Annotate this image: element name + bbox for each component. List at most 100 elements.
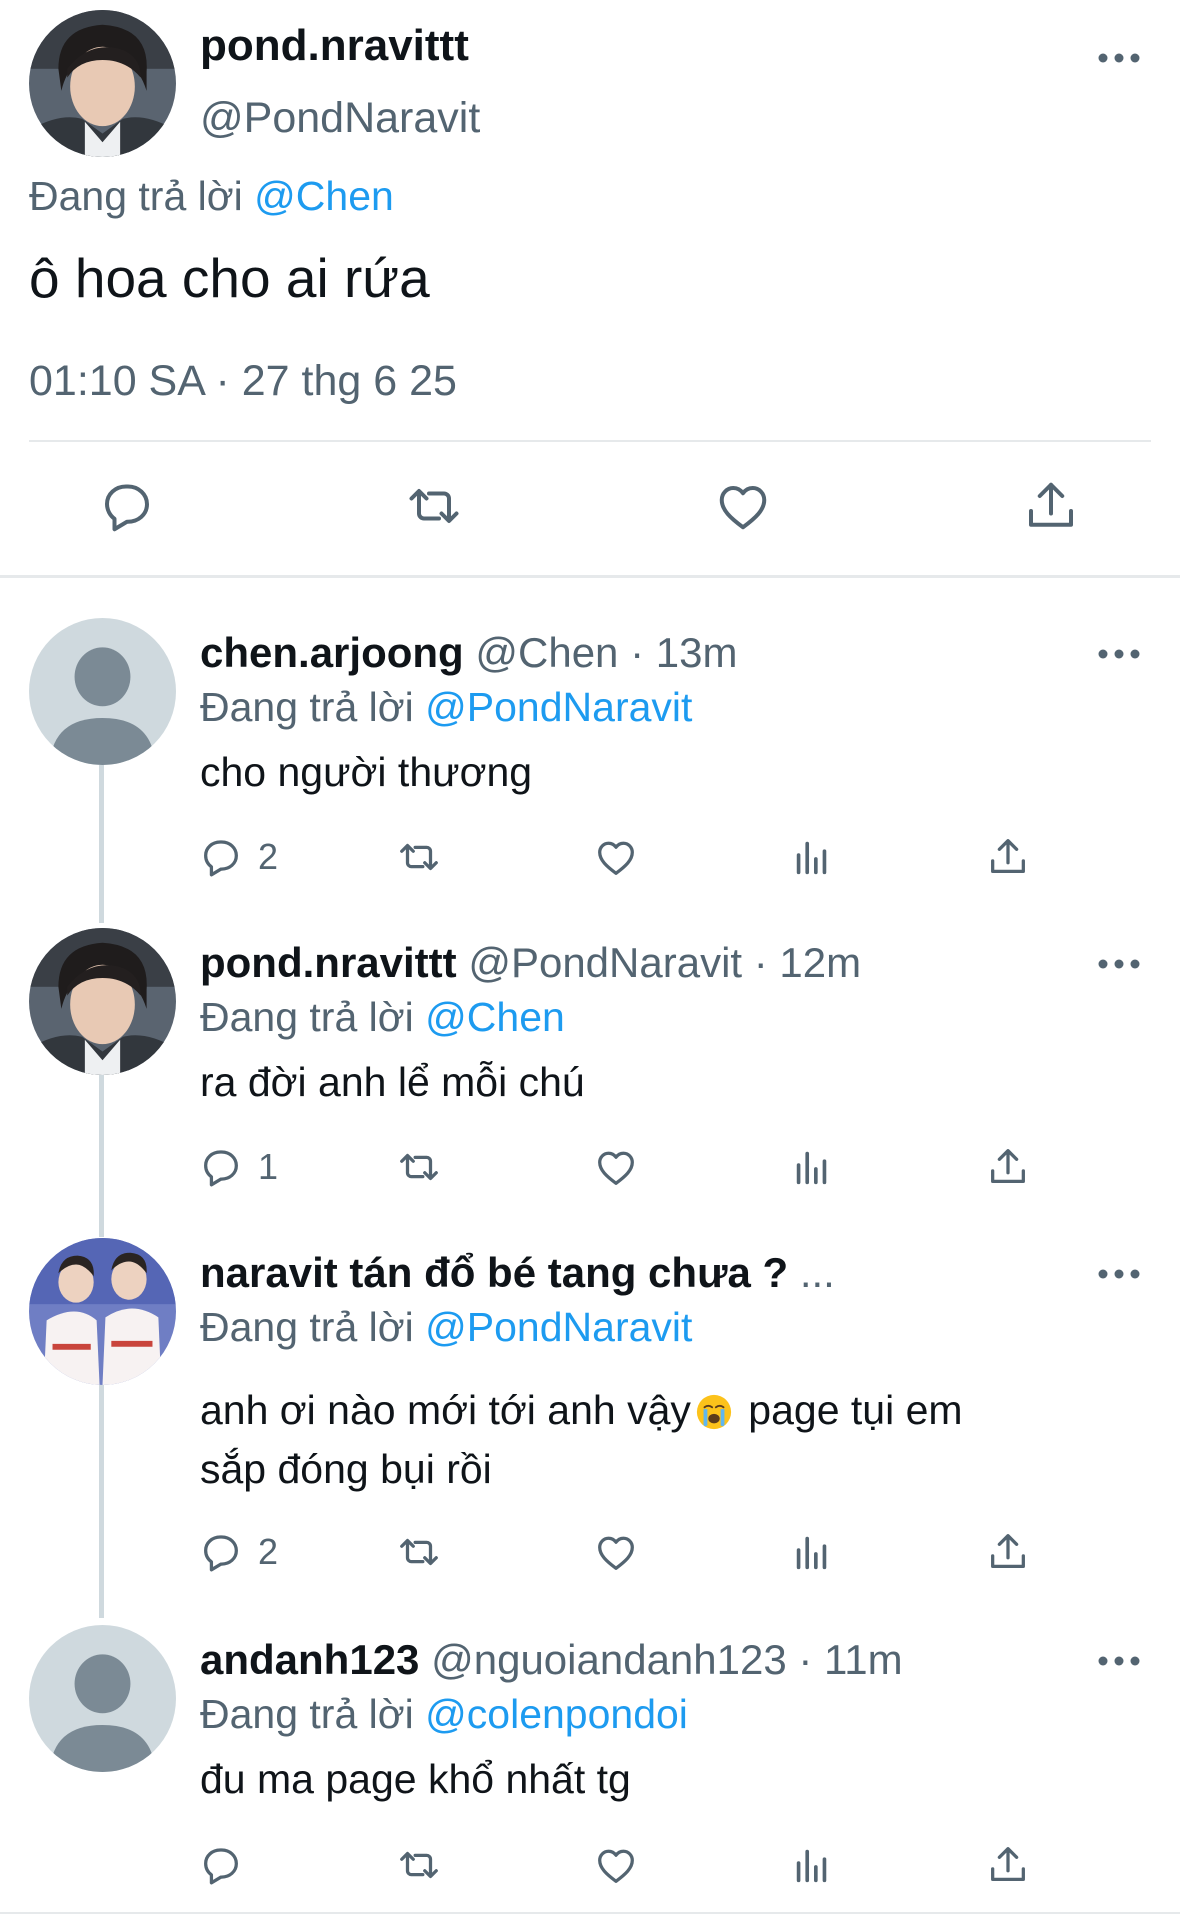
like-icon [719, 486, 767, 530]
reply-tweet[interactable]: pond.nravittt @PondNaravit · 12m Đang tr… [0, 928, 1180, 1190]
mention-link[interactable]: @PondNaravit [425, 684, 692, 730]
more-options-icon[interactable] [1097, 1651, 1141, 1671]
handle-time[interactable]: @Chen · 13m [475, 629, 737, 676]
reply-tweet[interactable]: naravit tán đổ bé tang chưa ? ... Đang t… [0, 1238, 1180, 1578]
reply-text: ra đời anh lể mỗi chú [200, 1059, 585, 1105]
action-bar [0, 1839, 1180, 1891]
mention-link[interactable]: @Chen [254, 173, 394, 219]
more-options-icon[interactable] [1097, 644, 1141, 664]
reply-icon [204, 840, 238, 877]
retweet-icon [400, 843, 438, 871]
reply-count: 2 [258, 836, 279, 877]
reply-button[interactable]: 2 [198, 831, 278, 883]
share-icon [1029, 482, 1073, 527]
reply-button[interactable] [97, 476, 157, 536]
reply-button[interactable]: 2 [198, 1526, 278, 1578]
replying-prefix: Đang trả lời [200, 1691, 414, 1737]
views-button[interactable] [789, 1141, 835, 1193]
views-button[interactable] [789, 1526, 835, 1578]
like-icon [598, 841, 634, 875]
reply-text-line: anh ơi nào mới tới anh vậy page tụi em [200, 1380, 963, 1440]
group-photo [29, 1238, 176, 1385]
reply-icon [204, 1848, 238, 1885]
reply-tweet[interactable]: andanh123 @nguoiandanh123 · 11m Đang trả… [0, 1625, 1180, 1895]
reply-button[interactable] [198, 1839, 258, 1891]
tweet-timestamp[interactable]: 01:10 SA · 27 thg 6 25 [29, 355, 457, 407]
divider [29, 440, 1151, 442]
views-button[interactable] [789, 831, 835, 883]
main-tweet: pond.nravittt @PondNaravit Đang trả lời … [0, 0, 1180, 575]
share-button[interactable] [985, 1526, 1031, 1578]
replying-to: Đang trả lời @Chen [29, 170, 394, 222]
more-options-icon[interactable] [1097, 954, 1141, 974]
reply-tweet[interactable]: chen.arjoong @Chen · 13m Đang trả lời @P… [0, 618, 1180, 880]
avatar[interactable] [29, 1238, 176, 1385]
share-button[interactable] [985, 1839, 1031, 1891]
retweet-icon [400, 1851, 438, 1879]
bottom-divider [0, 1912, 1180, 1914]
avatar[interactable] [29, 618, 176, 765]
share-icon [991, 1847, 1025, 1882]
replying-to: Đang trả lời @colenpondoi [200, 1687, 688, 1741]
default-avatar-icon [29, 618, 176, 765]
reply-count: 2 [258, 1531, 279, 1572]
display-name[interactable]: andanh123 [200, 1636, 419, 1683]
reply-text-part: page tụi em [736, 1387, 963, 1433]
retweet-button[interactable] [396, 1526, 442, 1578]
like-button[interactable] [593, 1526, 639, 1578]
more-options-icon[interactable] [1097, 1264, 1141, 1284]
user-handle[interactable]: @PondNaravit [200, 92, 480, 144]
display-name[interactable]: naravit tán đổ bé tang chưa ? [200, 1249, 788, 1296]
views-button[interactable] [789, 1839, 835, 1891]
like-button[interactable] [713, 476, 773, 536]
replying-to: Đang trả lời @Chen [200, 990, 565, 1044]
profile-photo [29, 10, 176, 157]
like-icon [598, 1849, 634, 1883]
display-name[interactable]: pond.nravittt [200, 20, 469, 72]
handle-time[interactable]: @PondNaravit · 12m [468, 939, 861, 986]
handle-time[interactable]: ... [800, 1249, 835, 1296]
retweet-button[interactable] [404, 476, 464, 536]
more-options-icon[interactable] [1097, 48, 1141, 68]
reply-header: chen.arjoong @Chen · 13m [200, 626, 737, 680]
retweet-button[interactable] [396, 1839, 442, 1891]
replying-prefix: Đang trả lời [200, 994, 414, 1040]
retweet-button[interactable] [396, 1141, 442, 1193]
mention-link[interactable]: @Chen [425, 994, 565, 1040]
like-icon [598, 1536, 634, 1570]
reply-icon [204, 1535, 238, 1572]
reply-count: 1 [258, 1146, 279, 1187]
tweet-text: ô hoa cho ai rứa [29, 247, 430, 309]
section-divider [0, 575, 1180, 578]
retweet-icon [400, 1153, 438, 1181]
loudly-crying-face-icon [695, 1393, 733, 1431]
share-button[interactable] [985, 1141, 1031, 1193]
display-name[interactable]: pond.nravittt [200, 939, 457, 986]
like-button[interactable] [593, 831, 639, 883]
views-icon [796, 1849, 827, 1883]
share-icon [991, 1534, 1025, 1569]
share-button[interactable] [1021, 476, 1081, 536]
retweet-icon [400, 1538, 438, 1566]
like-button[interactable] [593, 1839, 639, 1891]
share-button[interactable] [985, 831, 1031, 883]
mention-link[interactable]: @PondNaravit [425, 1304, 692, 1350]
profile-photo [29, 928, 176, 1075]
like-button[interactable] [593, 1141, 639, 1193]
handle-time[interactable]: @nguoiandanh123 · 11m [431, 1636, 903, 1683]
reply-header: andanh123 @nguoiandanh123 · 11m [200, 1633, 903, 1687]
reply-icon [105, 484, 149, 532]
avatar[interactable] [29, 10, 176, 157]
avatar[interactable] [29, 1625, 176, 1772]
mention-link[interactable]: @colenpondoi [425, 1691, 688, 1737]
reply-button[interactable]: 1 [198, 1141, 278, 1193]
display-name[interactable]: chen.arjoong [200, 629, 464, 676]
replying-prefix: Đang trả lời [200, 684, 414, 730]
reply-text: cho người thương [200, 749, 533, 795]
share-icon [991, 839, 1025, 874]
retweet-icon [409, 489, 459, 523]
avatar[interactable] [29, 928, 176, 1075]
like-icon [598, 1151, 634, 1185]
replying-prefix: Đang trả lời [29, 173, 243, 219]
retweet-button[interactable] [396, 831, 442, 883]
